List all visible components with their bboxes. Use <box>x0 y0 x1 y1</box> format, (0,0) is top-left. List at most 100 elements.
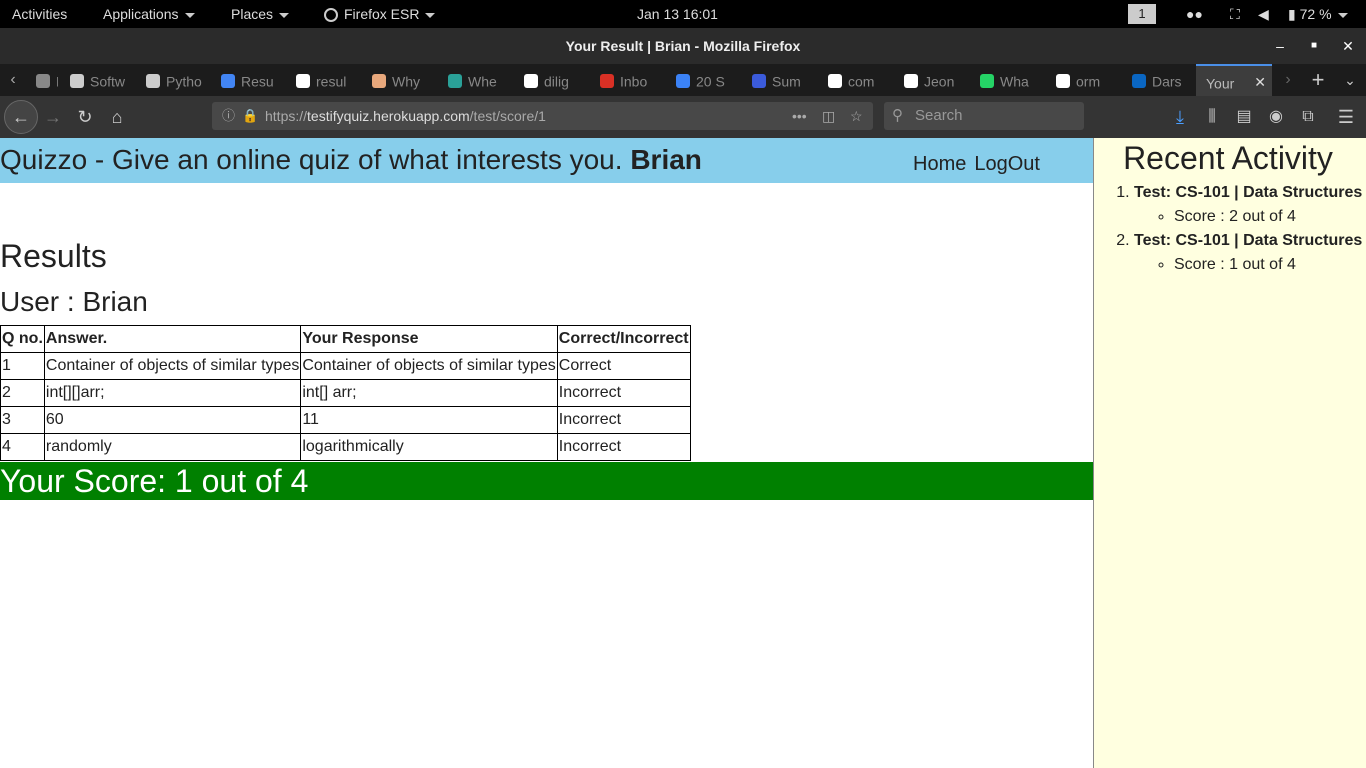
tab-label: Inbo <box>620 73 648 90</box>
tab[interactable]: Dars <box>1126 64 1192 96</box>
tab[interactable]: com <box>822 64 892 96</box>
search-icon: ⚲ <box>892 107 903 124</box>
stack-icon <box>752 74 766 89</box>
site-nav: Home LogOut <box>913 153 1048 176</box>
page-content: Quizzo - Give an online quiz of what int… <box>0 138 1093 768</box>
whatsapp-icon <box>980 74 994 89</box>
home-link[interactable]: Home <box>913 153 966 175</box>
bookmark-star-icon[interactable]: ☆ <box>850 102 863 130</box>
minimize-icon[interactable]: – <box>1265 28 1295 64</box>
tab-label: com <box>848 73 875 90</box>
site-brand: Quizzo - Give an online quiz of what int… <box>0 144 702 176</box>
network-icon[interactable]: ⛶ <box>1230 0 1240 28</box>
firefox-app-menu[interactable]: Firefox ESR <box>324 0 436 28</box>
new-tab-icon[interactable]: + <box>1306 64 1330 96</box>
tab-strip: ‹ Ers Softw Pytho Resu resul Why Whe dilig Inbo 2… <box>0 64 1366 96</box>
pocket-icon[interactable]: ◫ <box>822 102 835 130</box>
tab[interactable]: Why <box>366 64 436 96</box>
chevron-down-icon <box>279 12 290 18</box>
table-row: 4 randomly logarithmically Incorrect <box>0 433 691 461</box>
tab[interactable]: Resu <box>215 64 285 96</box>
tab-label: Jeon <box>924 73 955 90</box>
close-tab-icon[interactable]: ✕ <box>1254 66 1266 96</box>
activity-sublist: Score : 1 out of 4 <box>1174 253 1366 277</box>
maximize-icon[interactable]: ■ <box>1299 28 1329 64</box>
logout-link[interactable]: LogOut <box>974 153 1040 175</box>
table-cell: 3 <box>0 406 45 434</box>
volume-icon[interactable]: ◀ <box>1258 0 1269 28</box>
chevron-down-icon <box>184 12 195 18</box>
page-actions-icon[interactable]: ••• <box>792 102 807 130</box>
account-icon[interactable]: ◉ <box>1264 96 1288 138</box>
brand-tagline: Quizzo - Give an online quiz of what int… <box>0 144 623 175</box>
close-window-icon[interactable]: ✕ <box>1333 28 1363 64</box>
clock[interactable]: Jan 13 16:01 <box>637 0 718 28</box>
tab[interactable]: dilig <box>518 64 588 96</box>
url-path: /test/score/1 <box>469 108 546 124</box>
screenshot-icon[interactable]: ⧉ <box>1296 96 1320 138</box>
back-icon[interactable]: ← <box>4 100 38 134</box>
downloads-icon[interactable]: ⤓ <box>1168 96 1192 138</box>
tab[interactable]: Whe <box>442 64 512 96</box>
table-cell: Incorrect <box>556 406 691 434</box>
tab[interactable]: Inbo <box>594 64 664 96</box>
tab[interactable]: Pytho <box>140 64 210 96</box>
table-row: 1 Container of objects of similar types Co… <box>0 352 691 380</box>
user-heading: User : Brian <box>0 286 148 317</box>
table-cell: 11 <box>300 406 558 434</box>
tab[interactable]: Softw <box>64 64 134 96</box>
sidebar-title: Recent Activity <box>1123 140 1333 176</box>
tab-label: dilig <box>544 73 569 90</box>
tabs-scroll-right-icon[interactable]: › <box>1279 64 1297 96</box>
url-text[interactable]: https://testifyquiz.herokuapp.com/test/s… <box>265 102 546 130</box>
window-title-bar: Your Result | Brian - Mozilla Firefox – … <box>0 28 1366 64</box>
activity-score: Score : 1 out of 4 <box>1174 253 1366 277</box>
tab[interactable]: Wha <box>974 64 1044 96</box>
tab-list-chevron-icon[interactable]: ⌄ <box>1338 64 1362 96</box>
google-icon <box>524 74 538 89</box>
applications-label: Applications <box>103 6 179 22</box>
menu-icon[interactable]: ☰ <box>1334 96 1358 138</box>
activities-button[interactable]: Activities <box>12 0 67 28</box>
home-icon[interactable]: ⌂ <box>106 96 128 138</box>
medium-icon <box>448 74 462 89</box>
tab-label: orm <box>1076 73 1101 90</box>
tab-label: 20 S <box>696 73 725 90</box>
places-menu[interactable]: Places <box>231 0 290 28</box>
activity-item: Test: CS-101 | Data Structures Score : 1 … <box>1134 229 1366 277</box>
tabs-scroll-left-icon[interactable]: ‹ <box>4 64 22 96</box>
linkedin-icon <box>1132 74 1146 89</box>
tab[interactable]: 20 S <box>670 64 740 96</box>
table-cell: 60 <box>43 406 302 434</box>
people-icon[interactable]: ●● <box>1186 0 1203 28</box>
sidebar-toggle-icon[interactable]: ▤ <box>1232 96 1256 138</box>
tab-label: Your <box>1206 75 1235 92</box>
tab[interactable]: Ers <box>30 64 58 96</box>
table-row: 3 60 11 Incorrect <box>0 406 691 434</box>
table-cell: Incorrect <box>556 433 691 461</box>
results-heading: Results <box>0 238 107 274</box>
activity-score: Score : 2 out of 4 <box>1174 205 1366 229</box>
tab[interactable]: orm <box>1050 64 1120 96</box>
address-bar[interactable]: ⓘ 🔒 https://testifyquiz.herokuapp.com/te… <box>212 102 873 130</box>
activity-list: Test: CS-101 | Data Structures Score : 2 … <box>1134 181 1366 277</box>
table-header-cell: Your Response <box>300 325 558 353</box>
search-input[interactable]: ⚲ Search <box>884 102 1084 130</box>
battery-status[interactable]: ▮ 72 % <box>1288 0 1348 28</box>
tab[interactable]: Jeon <box>898 64 968 96</box>
forward-icon[interactable]: → <box>42 96 64 138</box>
table-cell: logarithmically <box>300 433 558 461</box>
info-icon[interactable]: ⓘ <box>222 102 235 130</box>
tab[interactable]: Sum <box>746 64 816 96</box>
workspace-indicator[interactable]: 1 <box>1128 4 1156 24</box>
tab[interactable]: Your ✕ <box>1196 64 1272 96</box>
reload-icon[interactable]: ↻ <box>74 96 96 138</box>
tab-label: Wha <box>1000 73 1029 90</box>
battery-icon: ▮ <box>1288 6 1296 22</box>
url-host: testifyquiz.herokuapp.com <box>307 108 470 124</box>
docs-icon <box>221 74 235 89</box>
tab[interactable]: resul <box>290 64 360 96</box>
lock-icon[interactable]: 🔒 <box>242 102 258 130</box>
library-icon[interactable]: ⫼ <box>1200 96 1224 138</box>
applications-menu[interactable]: Applications <box>103 0 195 28</box>
